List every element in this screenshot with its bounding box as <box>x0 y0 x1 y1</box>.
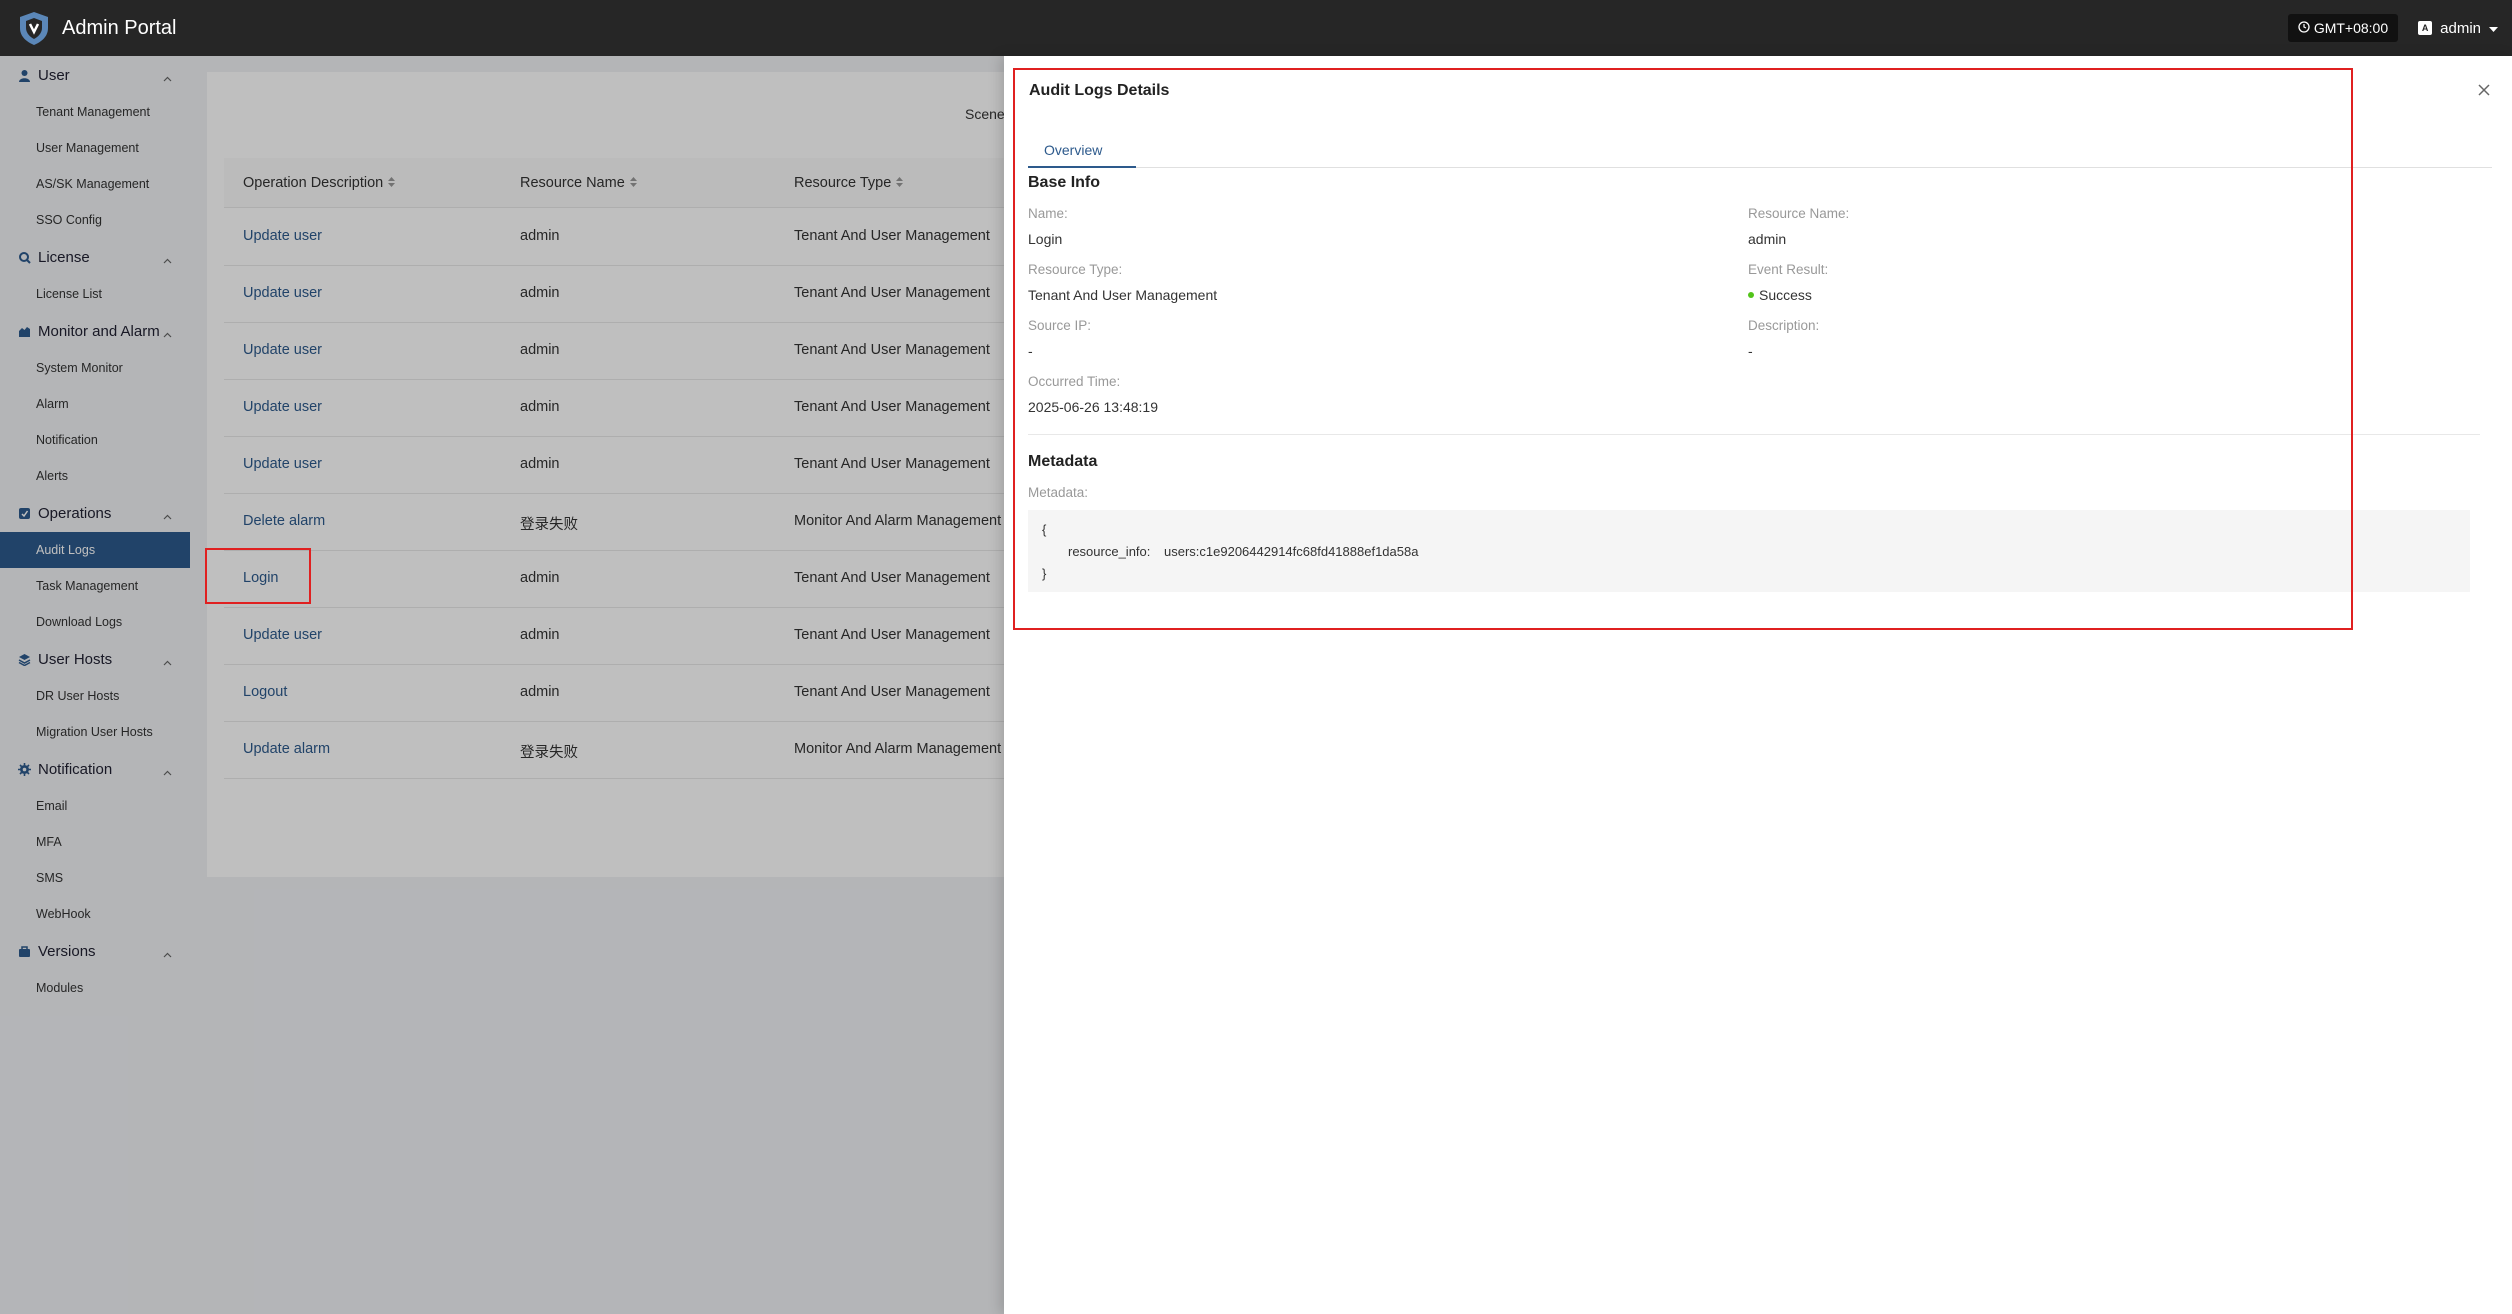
shield-logo-icon <box>14 8 54 48</box>
close-icon[interactable] <box>2474 80 2494 100</box>
details-highlight <box>1013 68 2353 630</box>
timezone-button[interactable]: GMT+08:00 <box>2287 14 2399 42</box>
user-menu[interactable]: A admin <box>2418 20 2498 37</box>
top-bar: Admin Portal GMT+08:00 A admin <box>0 0 2512 56</box>
clock-icon <box>2298 20 2310 36</box>
avatar: A <box>2418 21 2433 35</box>
caret-down-icon <box>2489 20 2498 37</box>
app-title: Admin Portal <box>62 16 177 39</box>
user-name: admin <box>2440 19 2481 37</box>
timezone-label: GMT+08:00 <box>2313 20 2389 36</box>
login-row-highlight <box>205 548 311 604</box>
modal-overlay[interactable] <box>0 56 1004 1314</box>
